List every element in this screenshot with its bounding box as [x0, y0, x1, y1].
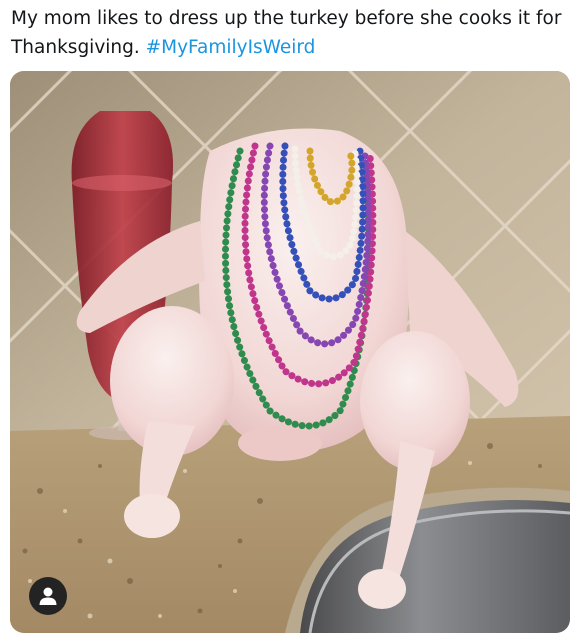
- user-icon: [39, 587, 57, 605]
- account-button[interactable]: [29, 577, 67, 615]
- tweet-image[interactable]: [10, 71, 570, 633]
- turkey-photo: [10, 71, 570, 633]
- tweet-text: My mom likes to dress up the turkey befo…: [11, 4, 571, 62]
- hashtag-link[interactable]: #MyFamilyIsWeird: [146, 37, 316, 58]
